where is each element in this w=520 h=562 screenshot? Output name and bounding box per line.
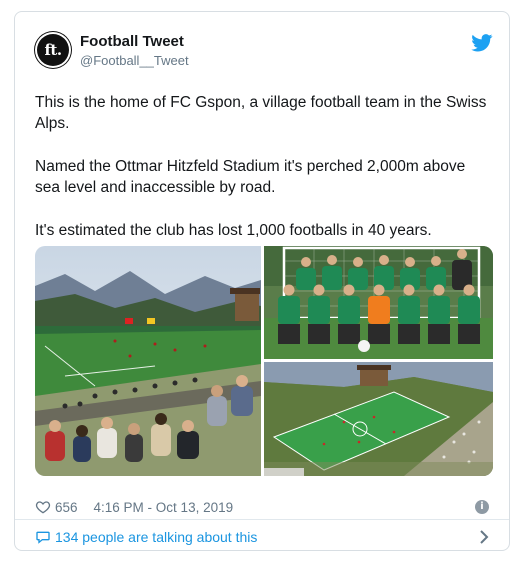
author-name[interactable]: Football Tweet [80,33,184,50]
team-photo[interactable] [264,246,493,359]
like-count[interactable]: 656 [55,500,78,515]
twitter-bird-icon[interactable] [471,34,493,52]
media-grid [35,246,493,476]
conversation-link[interactable]: 134 people are talking about this [35,526,489,548]
avatar[interactable]: ft. [35,32,71,68]
tweet-text: This is the home of FC Gspon, a village … [35,92,491,263]
tweet-paragraph: Named the Ottmar Hitzfeld Stadium it's p… [35,158,466,196]
info-icon[interactable]: i [475,500,489,514]
tweet-paragraph: It's estimated the club has lost 1,000 f… [35,222,432,239]
chevron-right-icon[interactable] [479,530,489,544]
tweet-meta: 656 4:16 PM - Oct 13, 2019 [35,497,233,517]
tweet-paragraph: This is the home of FC Gspon, a village … [35,94,487,132]
heart-icon[interactable] [35,499,51,515]
conversation-label[interactable]: 134 people are talking about this [55,529,257,545]
author-handle[interactable]: @Football__Tweet [80,53,189,68]
tweet-card: ft. Football Tweet @Football__Tweet This… [14,11,510,551]
tweet-timestamp[interactable]: 4:16 PM - Oct 13, 2019 [94,500,234,515]
tweet-header: ft. Football Tweet @Football__Tweet [35,32,493,72]
stadium-crowd-photo[interactable] [35,246,261,476]
aerial-pitch-photo[interactable] [264,362,493,476]
divider [15,519,509,520]
speech-bubble-icon [36,531,50,544]
